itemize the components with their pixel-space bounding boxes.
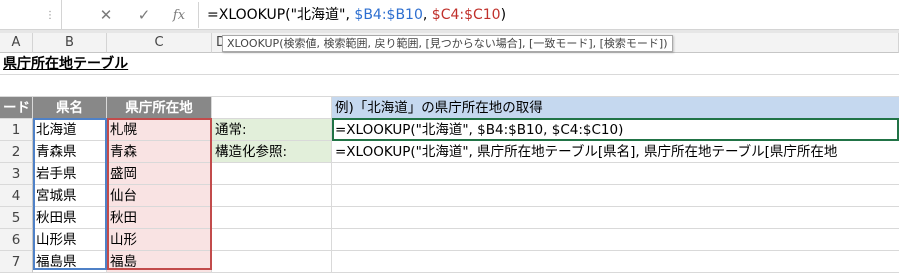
formula-separator-text: ,	[422, 7, 432, 23]
structured-formula-cell[interactable]: =XLOOKUP("北海道", 県庁所在地テーブル[県名], 県庁所在地テーブル…	[332, 141, 899, 163]
table-title-cell[interactable]: 県庁所在地テーブル	[0, 53, 332, 75]
return-range-highlight	[107, 118, 212, 270]
normal-label[interactable]: 通常:	[212, 119, 332, 141]
formula-ref-lookup-range: $B4:$B10	[354, 7, 423, 23]
lookup-range-highlight	[33, 118, 107, 270]
column-header-c[interactable]: C	[107, 33, 212, 53]
name-box-dropdown[interactable]: ⋮	[0, 0, 62, 30]
formula-suffix: )	[500, 7, 507, 23]
empty-cell[interactable]	[332, 207, 899, 229]
enter-icon[interactable]: ✓	[130, 0, 158, 30]
insert-function-icon[interactable]: fx	[165, 0, 193, 30]
empty-cell[interactable]	[332, 185, 899, 207]
table-header-code[interactable]: ード	[0, 97, 33, 119]
empty-cell[interactable]	[212, 163, 332, 185]
table-row-code[interactable]: 2	[0, 141, 33, 163]
cancel-icon[interactable]: ✕	[92, 0, 120, 30]
example-header[interactable]: 例)「北海道」の県庁所在地の取得	[332, 97, 899, 119]
empty-row[interactable]	[0, 75, 899, 97]
more-options-icon: ⋮	[45, 9, 55, 21]
formula-input[interactable]: =XLOOKUP("北海道", $B4:$B10, $C4:$C10)	[207, 0, 506, 30]
empty-cell[interactable]	[212, 185, 332, 207]
empty-cell[interactable]	[212, 229, 332, 251]
structured-label[interactable]: 構造化参照:	[212, 141, 332, 163]
table-row-code[interactable]: 4	[0, 185, 33, 207]
table-row-code[interactable]: 6	[0, 229, 33, 251]
function-tooltip: XLOOKUP(検索値, 検索範囲, 戻り範囲, [見つからない場合], [一致…	[222, 35, 673, 52]
table-row-code[interactable]: 5	[0, 207, 33, 229]
empty-cell[interactable]	[212, 207, 332, 229]
empty-cell[interactable]	[212, 97, 332, 119]
active-cell-border	[332, 118, 899, 141]
formula-ref-return-range: $C4:$C10	[431, 7, 501, 23]
formula-prefix: =XLOOKUP("北海道",	[207, 7, 355, 23]
empty-cell[interactable]	[332, 53, 899, 75]
table-title: 県庁所在地テーブル	[3, 56, 129, 72]
table-header-capital[interactable]: 県庁所在地	[107, 97, 212, 119]
column-header-a[interactable]: A	[0, 33, 33, 53]
formula-separator	[198, 2, 199, 28]
table-header-prefecture[interactable]: 県名	[33, 97, 107, 119]
table-row-code[interactable]: 3	[0, 163, 33, 185]
formula-bar: ⋮ ✕ ✓ fx =XLOOKUP("北海道", $B4:$B10, $C4:$…	[0, 0, 899, 30]
empty-cell[interactable]	[332, 229, 899, 251]
empty-cell[interactable]	[332, 163, 899, 185]
table-row-code[interactable]: 1	[0, 119, 33, 141]
column-header-b[interactable]: B	[33, 33, 107, 53]
